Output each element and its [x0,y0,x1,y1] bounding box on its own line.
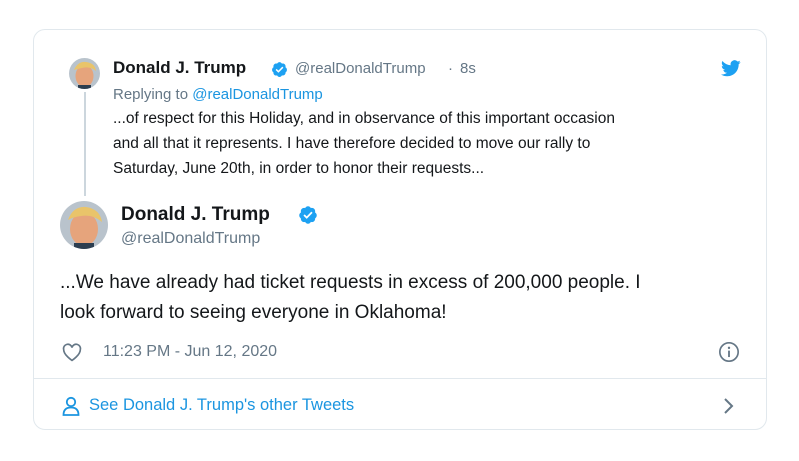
verified-badge-icon [299,206,317,224]
chevron-right-icon[interactable] [722,397,736,415]
quoted-tweet-text-line: ...of respect for this Holiday, and in o… [113,110,615,127]
replying-to: Replying to @realDonaldTrump [113,86,323,103]
user-icon [62,396,80,416]
replying-handle-link[interactable]: @realDonaldTrump [192,86,323,103]
main-tweet-text-line: look forward to seeing everyone in Oklah… [60,302,447,323]
quoted-tweet-text-line: and all that it represents. I have there… [113,135,591,152]
thread-connector-line [84,92,86,196]
info-icon[interactable] [718,341,740,363]
quoted-tweet-text-line: Saturday, June 20th, in order to honor t… [113,160,485,177]
see-other-tweets-label[interactable]: See Donald J. Trump's other Tweets [89,396,354,415]
twitter-bird-icon[interactable] [721,60,741,77]
see-other-tweets-link[interactable]: See Donald J. Trump's other Tweets [60,394,750,418]
main-tweet-text-line: ...We have already had ticket requests i… [60,272,641,293]
heart-icon[interactable] [62,343,82,362]
main-display-name[interactable]: Donald J. Trump [121,204,270,226]
replying-prefix: Replying to [113,86,189,103]
avatar[interactable] [69,58,100,89]
main-handle[interactable]: @realDonaldTrump [121,230,260,248]
verified-badge-icon [272,62,287,77]
quoted-display-name[interactable]: Donald J. Trump [113,58,246,78]
quoted-separator: · [448,60,453,77]
quoted-handle[interactable]: @realDonaldTrump [295,60,426,77]
quoted-time-ago[interactable]: 8s [460,60,476,77]
card-divider [33,378,767,379]
tweet-timestamp[interactable]: 11:23 PM - Jun 12, 2020 [103,343,277,361]
avatar[interactable] [60,201,108,249]
